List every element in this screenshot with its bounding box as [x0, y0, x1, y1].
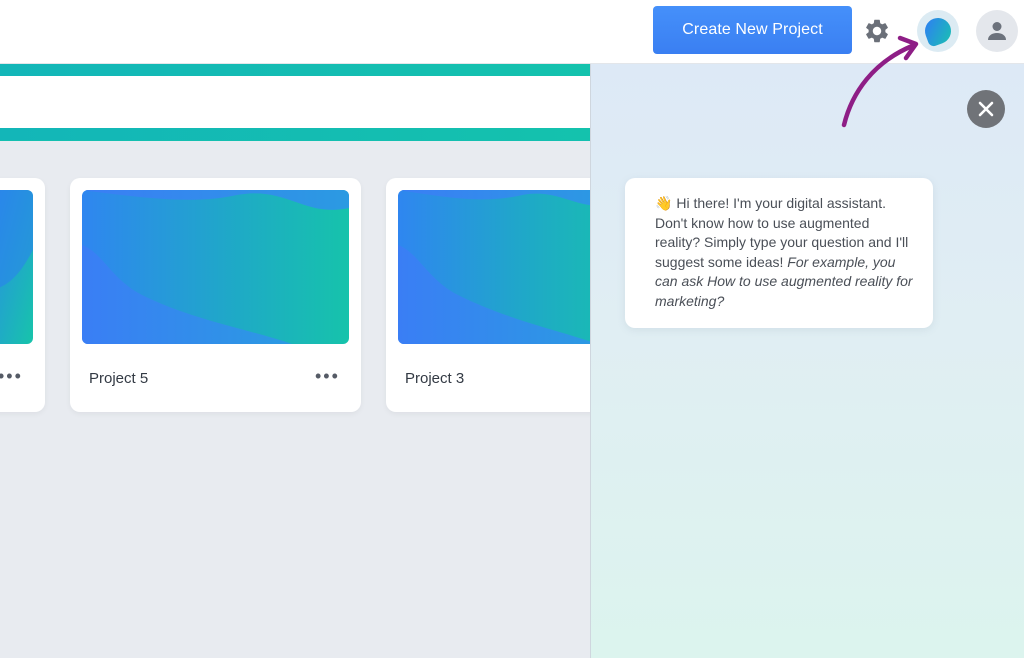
- more-horizontal-icon[interactable]: •••: [315, 367, 340, 385]
- assistant-icon: [921, 14, 955, 48]
- project-thumbnail: [398, 190, 606, 344]
- assistant-message: 👋 Hi there! I'm your digital assistant. …: [625, 178, 933, 328]
- gear-icon[interactable]: [861, 15, 893, 47]
- assistant-button[interactable]: [917, 10, 959, 52]
- project-thumbnail: [0, 190, 33, 344]
- project-title: Project 5: [89, 370, 149, 387]
- banner-accent-top: [0, 64, 590, 76]
- app-window: Create New Project ••• Project 5 ••• Pro…: [0, 0, 1024, 658]
- close-icon[interactable]: [967, 90, 1005, 128]
- top-header: Create New Project: [0, 0, 1024, 64]
- assistant-panel: 👋 Hi there! I'm your digital assistant. …: [590, 64, 1024, 658]
- project-thumbnail: [82, 190, 349, 344]
- create-new-project-button[interactable]: Create New Project: [653, 6, 852, 54]
- profile-button[interactable]: [976, 10, 1018, 52]
- project-card[interactable]: Project 3: [386, 178, 606, 412]
- more-horizontal-icon[interactable]: •••: [0, 367, 23, 385]
- project-card-partial[interactable]: •••: [0, 178, 45, 412]
- user-icon: [988, 22, 1006, 40]
- project-title: Project 3: [405, 370, 465, 387]
- banner-accent-bottom: [0, 128, 590, 140]
- project-card[interactable]: Project 5 •••: [70, 178, 361, 412]
- waving-hand-emoji: 👋: [655, 195, 673, 211]
